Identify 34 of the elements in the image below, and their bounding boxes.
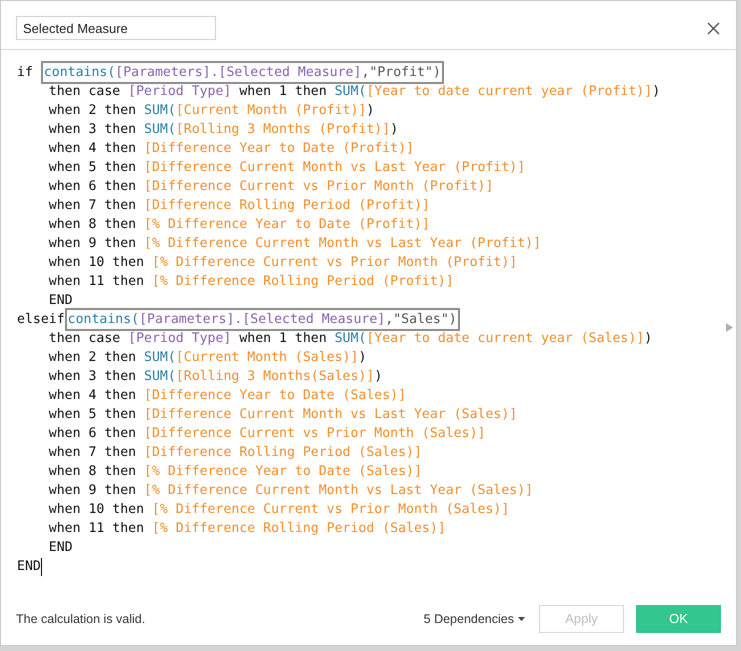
caret-icon [518,617,525,621]
code-text: when 3 then SUM([Rolling 3 Months(Sales)]) [48,368,382,386]
code-text: then case [Period Type] when 1 then SUM([Year to date current year (Sales)]) [48,330,652,348]
code-text: END [48,539,73,557]
code-text: END [17,558,41,576]
code-text: when 10 then [% Difference Current vs Prior Month (Profit)] [48,254,518,272]
code-text: then case [Period Type] when 1 then SUM([Year to date current year (Profit)]) [48,83,660,101]
close-icon[interactable] [707,22,720,34]
code-text: when 11 then [% Difference Rolling Period (Sales)] [48,520,446,538]
code-text: when 5 then [Difference Current Month vs Last Year (Profit)] [48,159,526,177]
code-text: when 6 then [Difference Current vs Prior Month (Profit)] [48,178,494,196]
code-text: when 11 then [% Difference Rolling Period (Profit)] [48,273,454,291]
code-text: when 9 then [% Difference Current Month vs Last Year (Sales)] [48,482,534,500]
code-text: when 4 then [Difference Year to Date (Profit)] [48,140,414,158]
dependencies-dropdown[interactable]: 5 Dependencies [424,610,525,628]
code-text: when 2 then SUM([Current Month (Sales)]) [48,349,366,367]
code-text: when 3 then SUM([Rolling 3 Months (Profit)]) [48,121,398,139]
code-text: when 10 then [% Difference Current vs Prior Month (Sales)] [48,501,510,519]
highlighted-expression: contains([Parameters].[Selected Measure],"Sales") [64,308,460,331]
name-field[interactable]: Selected Measure [16,16,216,40]
code-text: when 7 then [Difference Rolling Period (Profit)] [48,197,430,215]
code-text: when 7 then [Difference Rolling Period (Sales)] [48,444,422,462]
code-text: when 6 then [Difference Current vs Prior Month (Sales)] [48,425,486,443]
code-text: if [17,64,34,82]
code-text: END [48,292,73,310]
code-text: when 8 then [% Difference Year to Date (Sales)] [48,463,422,481]
code-text: elseif [17,311,65,329]
status-text: The calculation is valid. [16,610,146,628]
code-text: when 4 then [Difference Year to Date (Sales)] [48,387,406,405]
highlighted-expression: contains([Parameters].[Selected Measure],"Profit") [40,61,444,84]
code-text: when 2 then SUM([Current Month (Profit)]) [48,102,374,120]
code-text: when 8 then [% Difference Year to Date (Profit)] [48,216,430,234]
code-text: when 5 then [Difference Current Month vs Last Year (Sales)] [48,406,518,424]
code-text: when 9 then [% Difference Current Month vs Last Year (Profit)] [48,235,542,253]
